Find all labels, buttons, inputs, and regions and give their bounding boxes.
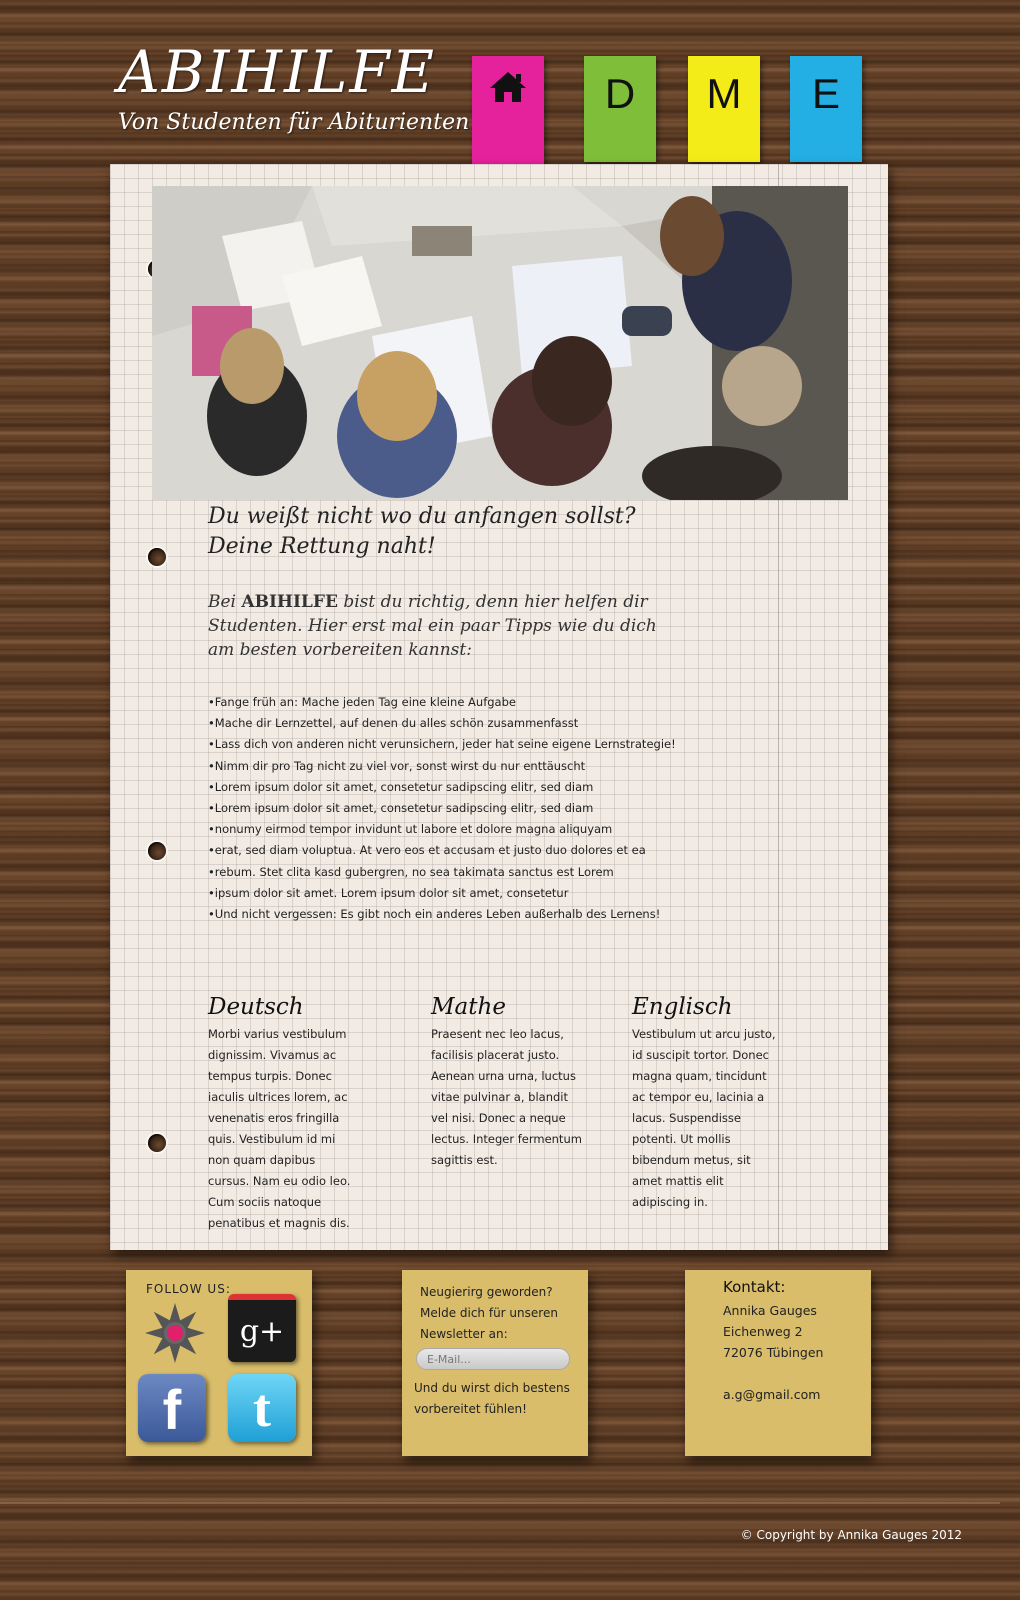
column-text-deutsch: Morbi varius vestibulum dignissim. Vivam… [208,1027,351,1230]
contact-email-link[interactable]: a.g@gmail.com [723,1384,823,1405]
follow-us-note: FOLLOW US: g+ f t [126,1270,312,1456]
site-logo-title[interactable]: ABIHILFE [118,38,436,106]
main-headline: Du weißt nicht wo du anfangen sollst? De… [208,502,728,562]
headline-line-2: Deine Rettung naht! [208,534,436,559]
headline-line-1: Du weißt nicht wo du anfangen sollst? [208,504,636,529]
column-title-mathe[interactable]: Mathe [431,994,585,1020]
tip-item: ipsum dolor sit amet. Lorem ipsum dolor … [208,883,676,904]
column-title-englisch[interactable]: Englisch [632,994,782,1020]
contact-name: Annika Gauges [723,1303,817,1318]
tip-item: Und nicht vergessen: Es gibt noch ein an… [208,904,676,925]
nav-tab-deutsch[interactable]: D [584,56,656,162]
binder-hole [148,1134,166,1152]
intro-brand: ABIHILFE [241,592,338,612]
facebook-icon[interactable]: f [138,1374,206,1442]
column-englisch: Englisch Vestibulum ut arcu justo, id su… [632,994,782,1213]
twitter-icon[interactable]: t [228,1374,296,1442]
column-deutsch: Deutsch Morbi varius vestibulum dignissi… [208,994,356,1234]
notebook-paper: Du weißt nicht wo du anfangen sollst? De… [110,164,888,1250]
site-subtitle: Von Studenten für Abiturienten [118,110,470,135]
contact-lines: Annika Gauges Eichenweg 2 72076 Tübingen… [723,1300,823,1405]
email-field[interactable] [416,1348,570,1370]
tip-item: erat, sed diam voluptua. At vero eos et … [208,840,676,861]
copyright-text: © Copyright by Annika Gauges 2012 [740,1528,962,1542]
tip-item: Lorem ipsum dolor sit amet, consetetur s… [208,798,676,819]
contact-street: Eichenweg 2 [723,1324,803,1339]
binder-hole [148,842,166,860]
nav-tab-mathe[interactable]: M [688,56,760,162]
footer-divider [0,1502,1000,1504]
intro-before: Bei [208,592,242,612]
tip-item: Lorem ipsum dolor sit amet, consetetur s… [208,777,676,798]
newsletter-outro: Und du wirst dich bestens vorbereitet fü… [414,1381,570,1416]
nav-tab-englisch[interactable]: E [790,56,862,162]
contact-spacer [723,1363,823,1384]
tip-item: Nimm dir pro Tag nicht zu viel vor, sons… [208,756,676,777]
newsletter-note: Neugierirg geworden? Melde dich für unse… [402,1270,588,1456]
binder-hole [148,548,166,566]
tip-item: Fange früh an: Mache jeden Tag eine klei… [208,692,676,713]
tip-item: Mache dir Lernzettel, auf denen du alles… [208,713,676,734]
contact-title: Kontakt: [723,1278,786,1296]
column-text-englisch: Vestibulum ut arcu justo, id suscipit to… [632,1027,776,1209]
home-icon [490,72,526,102]
tips-list: Fange früh an: Mache jeden Tag eine klei… [208,692,676,925]
tip-item: Lass dich von anderen nicht verunsichern… [208,734,676,755]
column-mathe: Mathe Praesent nec leo lacus, facilisis … [431,994,585,1171]
column-text-mathe: Praesent nec leo lacus, facilisis placer… [431,1027,582,1167]
tip-item: nonumy eirmod tempor invidunt ut labore … [208,819,676,840]
intro-text: Bei ABIHILFE bist du richtig, denn hier … [208,590,678,662]
flower-icon[interactable] [144,1302,206,1364]
hero-image [152,186,848,500]
newsletter-intro: Neugierirg geworden? Melde dich für unse… [420,1285,558,1341]
contact-city: 72076 Tübingen [723,1345,824,1360]
follow-us-label: FOLLOW US: [146,1282,231,1296]
contact-note: Kontakt: Annika Gauges Eichenweg 2 72076… [685,1270,871,1456]
google-plus-icon[interactable]: g+ [228,1294,296,1362]
column-title-deutsch[interactable]: Deutsch [208,994,356,1020]
tip-item: rebum. Stet clita kasd gubergren, no sea… [208,862,676,883]
